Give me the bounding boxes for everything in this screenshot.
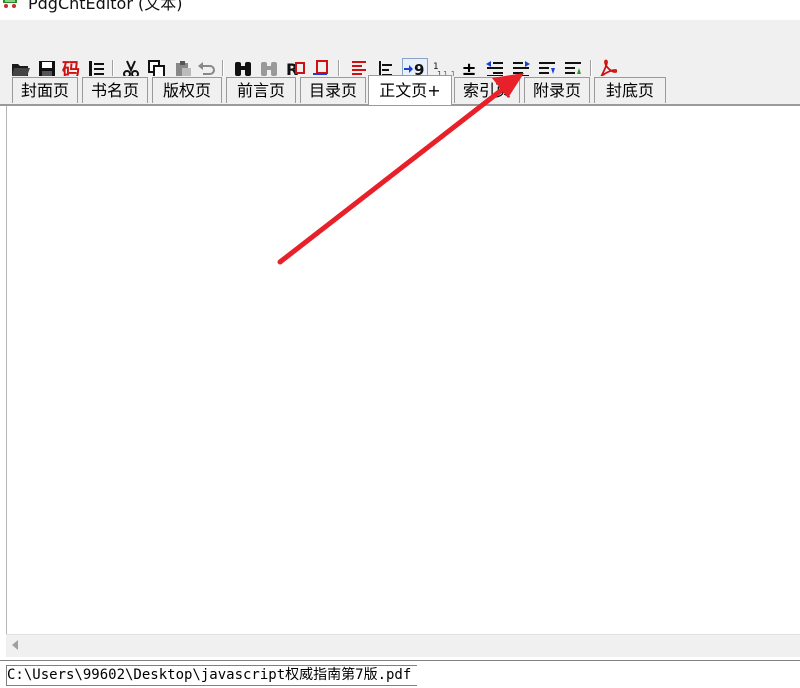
tab-cover[interactable]: 封面页 — [12, 77, 78, 103]
app-icon — [3, 0, 17, 8]
toc-line[interactable]: 16.9 非HTTP网络服务器及客户端 564 — [7, 144, 431, 163]
toc-line[interactable]: 17.4 使用npm管理依赖包 586 — [7, 432, 359, 451]
status-bar: C:\Users\99602\Desktop\javascript权威指南第7版… — [0, 660, 800, 688]
window-title: PdgCntEditor (文本) — [28, 0, 183, 13]
toc-line[interactable]: 17.6 使用Babel转译 589 — [7, 504, 359, 523]
toolbar: 码 R 9 111.1 ± — [0, 20, 800, 81]
tab-bar: 封面页 书名页 版权页 前言页 目录页 正文页+ 索引页 附录页 封底页 — [0, 75, 800, 106]
toc-line[interactable]: 17.9 小结 608 — [7, 612, 287, 631]
tab-toc[interactable]: 目录页 — [300, 77, 366, 103]
horizontal-scrollbar[interactable] — [6, 634, 800, 657]
tab-title-page[interactable]: 书名页 — [82, 77, 148, 103]
toc-line[interactable]: 17.3 使用Jest做单元测试 583 — [7, 396, 359, 415]
tab-preface[interactable]: 前言页 — [226, 77, 296, 103]
toc-line[interactable]: 16.12 小结 579 — [7, 252, 287, 271]
toc-line[interactable]: 16.10 操作子进程 567 — [7, 180, 359, 199]
toc-line[interactable]: 17.2 使用Prettier格式化代码 583 — [7, 360, 431, 379]
toc-line[interactable]: 17.5 代码打包 587 — [7, 468, 287, 487]
toc-line[interactable]: 第17章 JavaScript工具和扩展 581 — [7, 288, 359, 307]
toc-line[interactable]: 16.8 HTTP客户端与服务器 560 — [7, 108, 359, 127]
toc-line[interactable]: 17.1 使用ESLint检查代码 582 — [7, 324, 359, 343]
title-bar: PdgCntEditor (文本) — [0, 0, 800, 20]
file-path: C:\Users\99602\Desktop\javascript权威指南第7版… — [6, 665, 418, 686]
toc-line[interactable]: 17.7 JSX: JavaScript中的标记表达式 590 — [7, 540, 503, 559]
scroll-left-icon[interactable] — [12, 640, 18, 650]
tab-index[interactable]: 索引页 — [454, 77, 520, 103]
toc-line[interactable]: 17.8 使用Flow检查类型 594 — [7, 576, 359, 595]
text-editor[interactable]: 16.8 HTTP客户端与服务器 560 16.9 非HTTP网络服务器及客户端… — [6, 106, 800, 634]
tab-copyright[interactable]: 版权页 — [152, 77, 222, 103]
tab-appendix[interactable]: 附录页 — [524, 77, 590, 103]
tab-back-cover[interactable]: 封底页 — [594, 77, 666, 103]
tab-body[interactable]: 正文页+ — [368, 75, 452, 105]
toc-line[interactable]: 16.11 工作线程 571 — [7, 216, 287, 235]
